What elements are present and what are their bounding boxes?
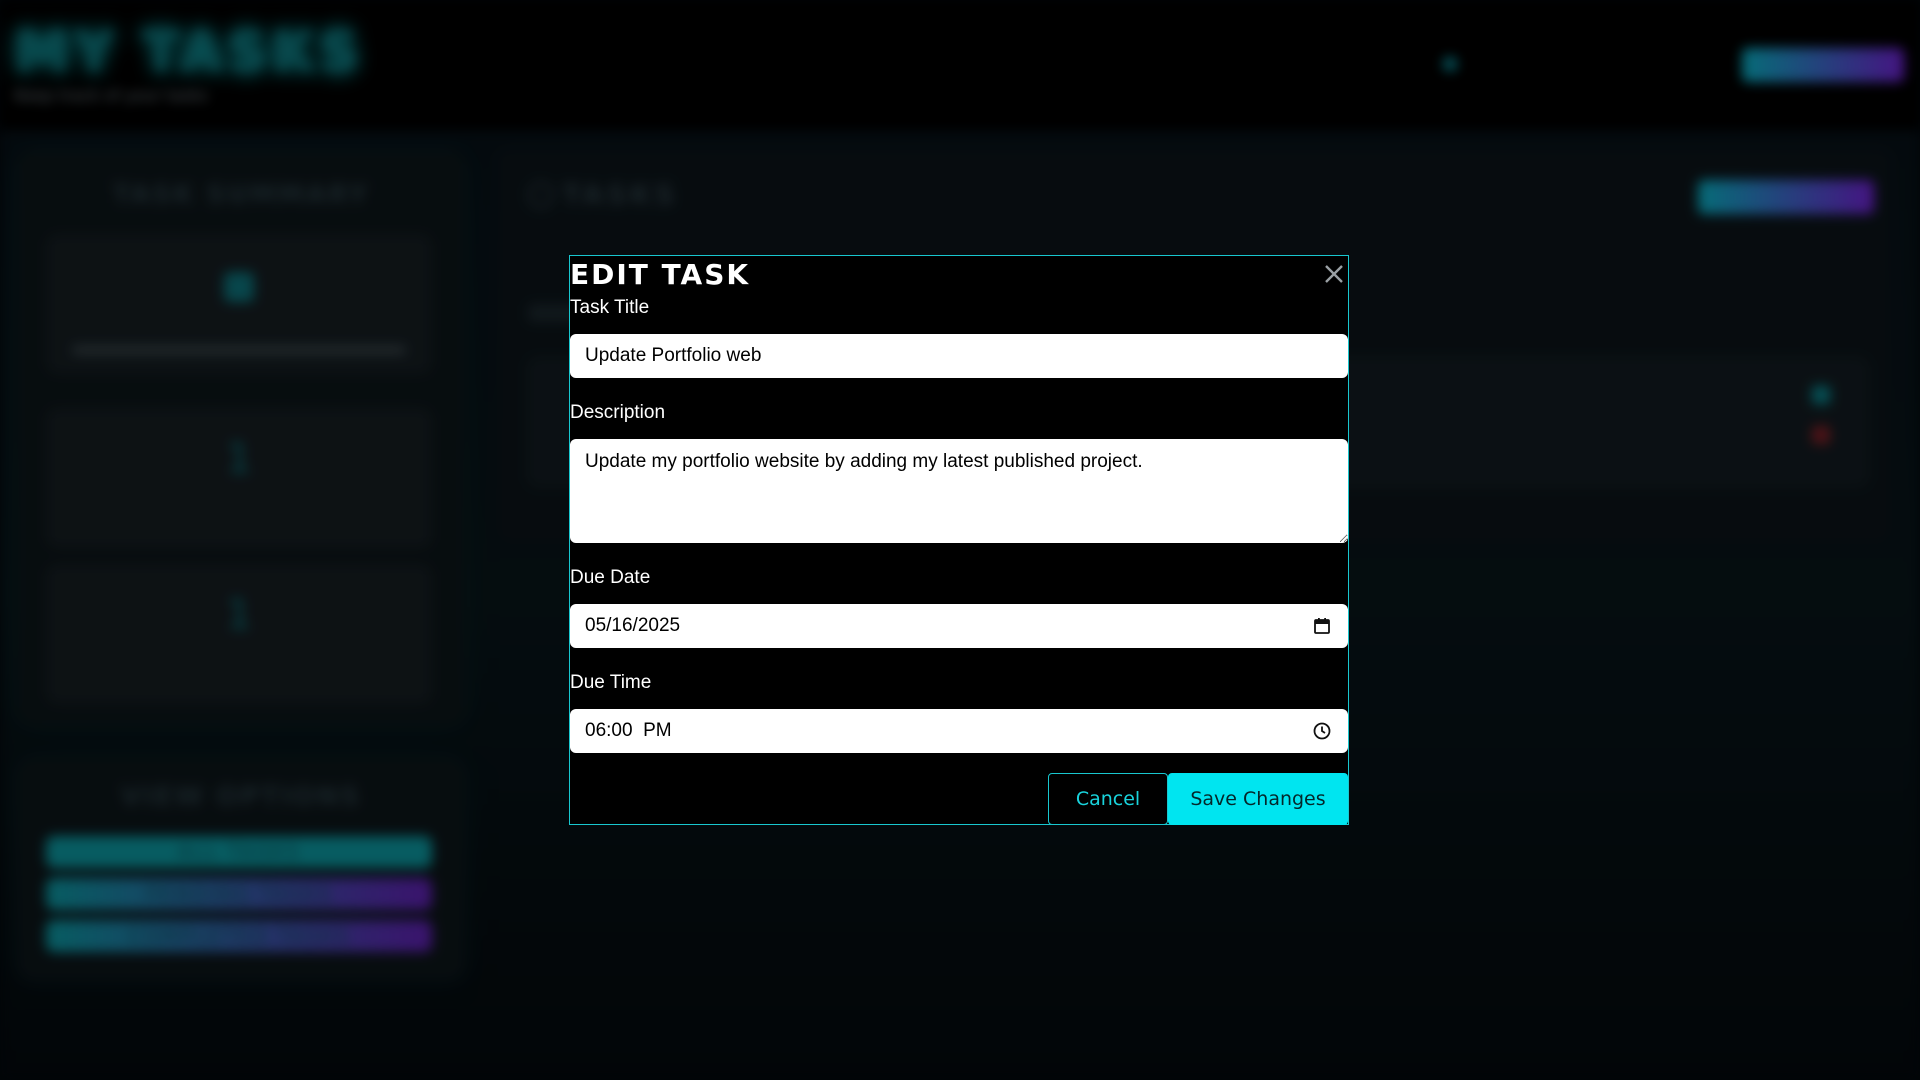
task-title-input[interactable] (570, 334, 1348, 378)
close-icon[interactable] (1322, 262, 1346, 286)
due-time-label: Due Time (570, 672, 652, 693)
description-textarea[interactable]: Update my portfolio website by adding my… (570, 439, 1348, 543)
edit-task-modal: EDIT TASK Task Title Description Update … (569, 255, 1349, 825)
save-changes-button[interactable]: Save Changes (1168, 773, 1348, 825)
calendar-icon[interactable] (1312, 616, 1332, 636)
due-date-label: Due Date (570, 567, 651, 588)
due-time-input[interactable]: 06:00 PM (570, 709, 1348, 753)
description-label: Description (570, 402, 666, 423)
clock-icon[interactable] (1312, 721, 1332, 741)
task-title-label: Task Title (570, 297, 650, 318)
cancel-button[interactable]: Cancel (1048, 773, 1168, 825)
modal-title: EDIT TASK (570, 258, 751, 291)
due-date-input[interactable]: 05/16/2025 (570, 604, 1348, 648)
due-time-value: 06:00 PM (585, 720, 672, 741)
due-date-value: 05/16/2025 (585, 615, 681, 636)
